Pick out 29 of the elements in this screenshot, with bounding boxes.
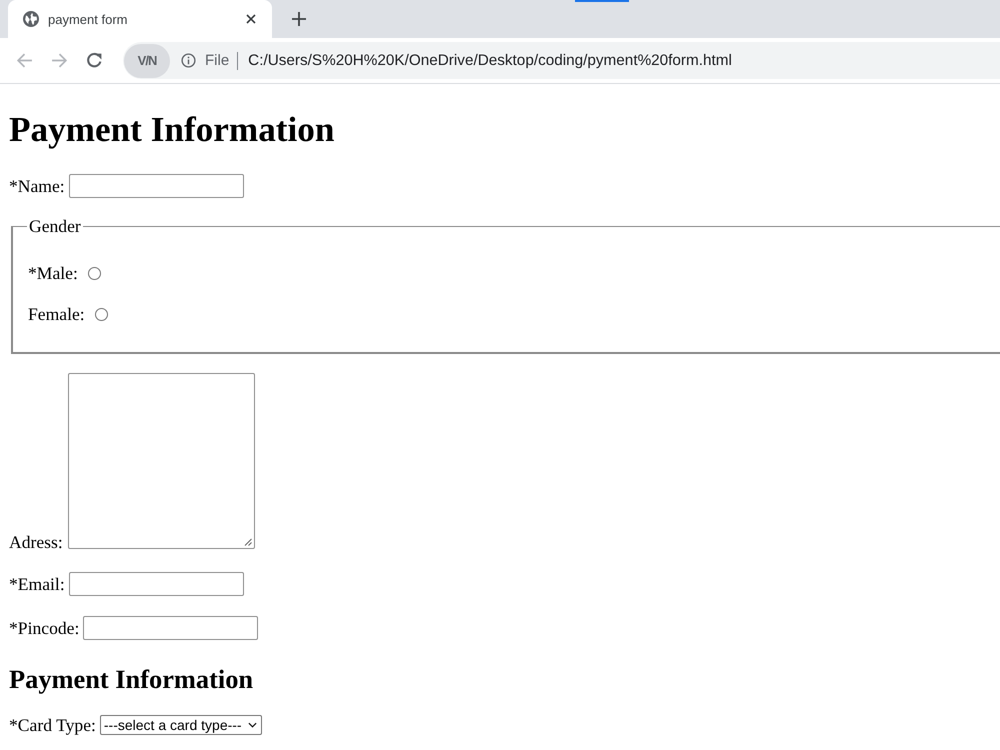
reload-icon[interactable]	[86, 52, 103, 69]
url-text: C:/Users/S%20H%20K/OneDrive/Desktop/coding/pyment%20form.html	[248, 52, 732, 70]
section-heading: Payment Information	[9, 664, 254, 694]
text-input-field[interactable]	[83, 616, 258, 640]
file-scheme-label: File	[205, 52, 230, 69]
radio-button[interactable]	[88, 266, 101, 280]
address-bar[interactable]: V/N File C:/Users/S%20H%20K/OneDrive/Desktop/coding/pyment%20form.html	[123, 42, 1000, 79]
chevron-down-icon	[248, 722, 257, 728]
field-label: *Pincode:	[9, 618, 80, 638]
text-input-field[interactable]	[68, 174, 244, 198]
radio-label: Female:	[28, 304, 85, 324]
globe-icon	[23, 11, 39, 27]
card-type-select[interactable]: ---select a card type---	[100, 715, 262, 735]
field-label: *Card Type:	[9, 715, 96, 735]
field-label: *Email:	[9, 574, 65, 594]
close-icon[interactable]	[246, 14, 256, 24]
field-label: Adress:	[9, 535, 63, 549]
info-icon[interactable]	[181, 53, 196, 68]
address-textarea[interactable]	[68, 373, 255, 549]
radio-label: *Male:	[28, 263, 78, 283]
vpn-extension-button[interactable]: V/N	[124, 44, 170, 78]
field-label: *Name:	[9, 176, 65, 196]
text-input-field[interactable]	[68, 572, 244, 596]
browser-tab[interactable]: payment form	[8, 0, 272, 38]
page-heading: Payment Information	[9, 110, 334, 150]
new-tab-plus-icon[interactable]	[292, 12, 306, 26]
top-edge-indicator	[575, 0, 629, 2]
resize-handle-icon[interactable]	[244, 538, 252, 546]
radio-button[interactable]	[94, 308, 108, 320]
